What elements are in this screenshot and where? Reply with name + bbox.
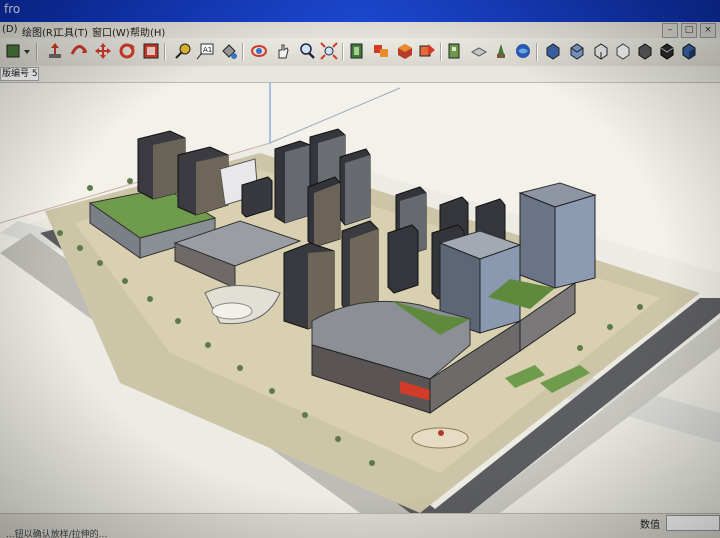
zoom-icon[interactable] (298, 42, 316, 60)
warehouse-icon[interactable] (396, 42, 414, 60)
zoom-extents-icon[interactable] (320, 42, 338, 60)
dropdown-icon[interactable] (22, 42, 32, 60)
fountain (211, 302, 253, 320)
left-view-icon[interactable] (592, 42, 610, 60)
layer-bar: 版编号 5 (0, 66, 720, 83)
menu-bar: (D) 绘图(R) 工具(T) 窗口(W) 帮助(H) – □ × (0, 22, 720, 39)
orbit-icon[interactable] (250, 42, 268, 60)
toolbar: A1 (0, 38, 720, 67)
maximize-icon[interactable]: □ (681, 23, 697, 38)
front-view-icon[interactable] (514, 42, 532, 60)
tape-measure-icon[interactable] (174, 42, 192, 60)
toolbar-separator (242, 43, 244, 61)
share-icon[interactable] (418, 42, 436, 60)
components-icon[interactable] (372, 42, 390, 60)
model-viewport[interactable] (0, 83, 720, 513)
toolbar-separator (440, 43, 442, 61)
iso-view-icon[interactable] (470, 42, 488, 60)
title-bar: fro (0, 0, 720, 22)
sculpture (438, 430, 444, 436)
top-view-icon[interactable] (492, 42, 510, 60)
toolbar-separator (36, 43, 38, 61)
shaded-icon[interactable] (658, 42, 676, 60)
sandbox-icon[interactable] (446, 42, 464, 60)
measurements-label: 数值 (640, 520, 660, 531)
close-icon[interactable]: × (700, 23, 716, 38)
screen: fro (D) 绘图(R) 工具(T) 窗口(W) 帮助(H) – □ × A1… (0, 0, 720, 538)
xray-icon[interactable] (614, 42, 632, 60)
toolbar-separator (536, 43, 538, 61)
textured-icon[interactable] (680, 42, 698, 60)
model-scene (0, 83, 720, 513)
scale-icon[interactable] (142, 42, 160, 60)
status-bar: ...钮以确认放样/拉伸的... 数值 (0, 513, 720, 538)
text-icon[interactable]: A1 (196, 42, 214, 60)
menu-view[interactable]: (D) (2, 24, 18, 35)
paint-icon[interactable] (220, 42, 238, 60)
wireframe-icon[interactable] (636, 42, 654, 60)
toolbar-separator (164, 43, 166, 61)
pan-icon[interactable] (274, 42, 292, 60)
status-hint: ...钮以确认放样/拉伸的... (6, 530, 108, 538)
section-plane-icon[interactable] (348, 42, 366, 60)
menu-window[interactable]: 窗口(W) (92, 24, 130, 39)
layer-dropdown[interactable]: 版编号 5 (0, 67, 39, 81)
follow-me-icon[interactable] (118, 42, 136, 60)
push-pull-icon[interactable] (70, 42, 88, 60)
window-controls: – □ × (659, 23, 716, 38)
toolbar-separator (342, 43, 344, 61)
menu-tools[interactable]: 工具(T) (54, 24, 88, 39)
menu-draw[interactable]: 绘图(R) (22, 24, 57, 39)
rotate-icon[interactable] (94, 42, 112, 60)
window-title: fro (4, 2, 21, 16)
svg-text:A1: A1 (203, 46, 212, 54)
menu-help[interactable]: 帮助(H) (130, 24, 165, 39)
back-view-icon[interactable] (568, 42, 586, 60)
move-icon[interactable] (46, 42, 64, 60)
measurements-input[interactable] (666, 515, 720, 531)
paint-bucket-icon[interactable] (4, 42, 22, 60)
right-view-icon[interactable] (544, 42, 562, 60)
minimize-icon[interactable]: – (662, 23, 678, 38)
